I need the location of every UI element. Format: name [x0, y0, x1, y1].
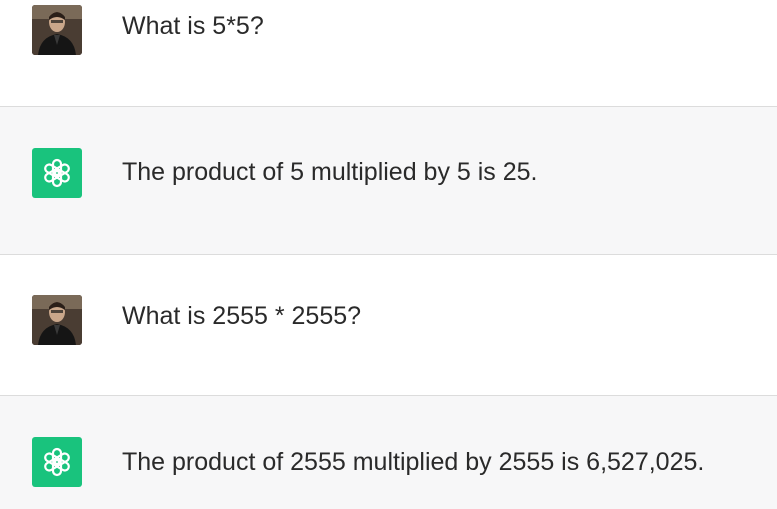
user-message: What is 2555 * 2555? [0, 255, 777, 395]
assistant-avatar [32, 148, 82, 198]
person-icon [32, 295, 82, 345]
chat-thread: What is 5*5? The product of 5 multiplied… [0, 0, 777, 509]
openai-logo-icon [44, 158, 70, 188]
message-text: What is 2555 * 2555? [122, 302, 362, 330]
assistant-message: The product of 2555 multiplied by 2555 i… [0, 395, 777, 509]
user-avatar [32, 5, 82, 55]
message-text: What is 5*5? [122, 12, 264, 40]
user-avatar [32, 295, 82, 345]
assistant-avatar [32, 437, 82, 487]
message-text: The product of 2555 multiplied by 2555 i… [122, 448, 705, 476]
message-text: The product of 5 multiplied by 5 is 25. [122, 158, 538, 186]
assistant-message: The product of 5 multiplied by 5 is 25. [0, 106, 777, 255]
openai-logo-icon [44, 447, 70, 477]
person-icon [32, 5, 82, 55]
user-message: What is 5*5? [0, 0, 777, 106]
